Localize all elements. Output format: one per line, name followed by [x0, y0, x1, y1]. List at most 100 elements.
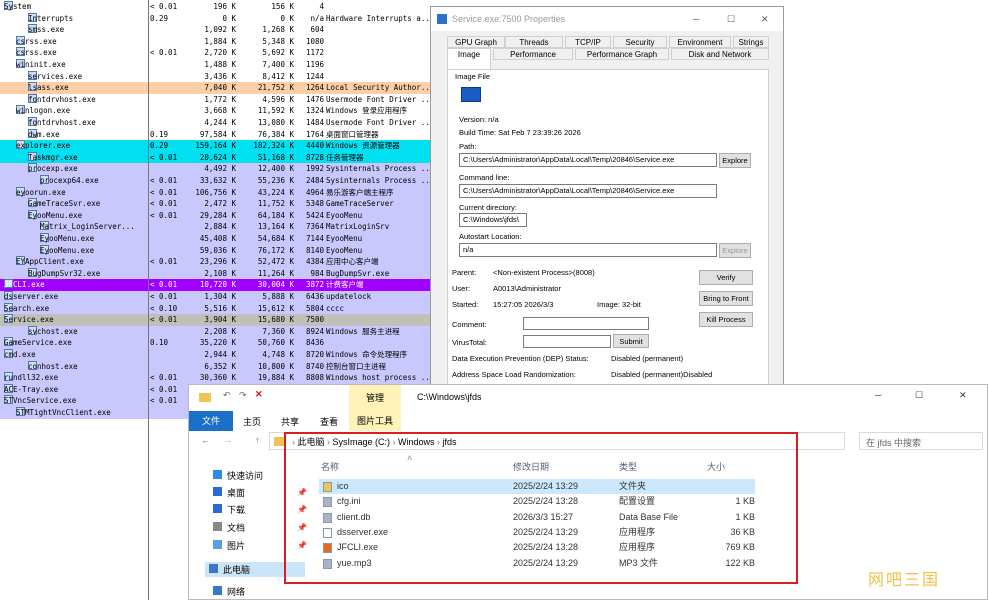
up-icon[interactable]: ↑: [255, 435, 260, 445]
forward-icon[interactable]: →: [223, 435, 232, 445]
tab-image[interactable]: Image: [447, 48, 491, 69]
process-row[interactable]: csrss.exe 1,884 K 5,348 K 1080: [0, 35, 435, 48]
process-row[interactable]: EyooMenu.exe 59,036 K 76,172 K 8140 EyooMenu: [0, 244, 435, 257]
process-row[interactable]: explorer.exe 0.29 159,164 K 182,324 K 4440 Wi…: [0, 140, 435, 152]
tab-file[interactable]: 文件: [189, 411, 233, 431]
private-bytes: 196 K: [213, 2, 236, 11]
tab-environment[interactable]: Environment: [669, 36, 731, 48]
dep-value: Disabled (permanent): [611, 354, 684, 363]
nav-item[interactable]: 图片: [213, 539, 245, 552]
process-row[interactable]: GameTraceSvr.exe < 0.01 2,472 K 11,752 K 534…: [0, 198, 435, 210]
tab-tcp-ip[interactable]: TCP/IP: [565, 36, 611, 48]
process-row[interactable]: dsserver.exe < 0.01 1,304 K 5,888 K 6436 upda…: [0, 291, 435, 303]
process-row[interactable]: Matrix_LoginServer... 2,884 K 13,164 K 7364…: [0, 221, 435, 233]
back-icon[interactable]: ←: [201, 435, 210, 445]
working-set: 21,752 K: [257, 83, 294, 93]
process-row[interactable]: winlogon.exe 3,668 K 11,592 K 1324 Windows 登…: [0, 105, 435, 117]
verify-button[interactable]: Verify: [699, 270, 753, 285]
cpu-value: < 0.01: [150, 210, 178, 220]
process-row[interactable]: eyoorun.exe < 0.01 106,756 K 43,224 K 4964 易乐…: [0, 186, 435, 199]
process-row[interactable]: dwm.exe 0.19 97,584 K 76,384 K 1764 桌面窗口管理器: [0, 128, 435, 141]
process-row[interactable]: fontdrvhost.exe 1,772 K 4,596 K 1476 Usermod…: [0, 93, 435, 106]
tab-disk-and-network[interactable]: Disk and Network: [671, 48, 769, 60]
comment-field[interactable]: [523, 317, 649, 330]
process-row[interactable]: rundll32.exe < 0.01 30,360 K 19,884 K 8808 Wi…: [0, 372, 435, 384]
column-divider: [148, 0, 149, 600]
process-row[interactable]: conhost.exe 6,352 K 10,800 K 8740 控制台窗口主进程: [0, 360, 435, 373]
description: 任务管理器: [326, 152, 364, 162]
process-row[interactable]: lsass.exe 7,040 K 21,752 K 1264 Local Securi…: [0, 82, 435, 94]
maximize-icon[interactable]: ☐: [915, 390, 923, 401]
bring-to-front-button[interactable]: Bring to Front: [699, 291, 753, 306]
tab-picture-tools[interactable]: 图片工具: [349, 411, 401, 431]
close-icon[interactable]: ✕: [959, 390, 967, 401]
nav-item[interactable]: 网络: [213, 585, 245, 598]
virustotal-field[interactable]: [523, 335, 611, 348]
process-row[interactable]: procexp.exe 4,492 K 12,400 K 1992 Sysinterna…: [0, 163, 435, 175]
search-input[interactable]: 在 jfds 中搜索: [859, 432, 983, 450]
nav-item[interactable]: 文档: [213, 521, 245, 534]
nav-item[interactable]: 桌面: [213, 486, 245, 499]
desktop-icon: [213, 487, 222, 496]
process-row[interactable]: smss.exe 1,092 K 1,268 K 604: [0, 24, 435, 36]
private-bytes: 3,904 K: [204, 315, 236, 325]
red-highlight-box: [284, 432, 798, 584]
tab-performance-graph[interactable]: Performance Graph: [575, 48, 669, 60]
explore-button[interactable]: Explore: [719, 153, 751, 168]
working-set: 4,748 K: [262, 350, 294, 359]
process-row[interactable]: EyooMenu.exe < 0.01 29,284 K 64,184 K 5424 Ey…: [0, 209, 435, 222]
manage-tab[interactable]: 管理: [349, 385, 401, 411]
process-row[interactable]: Interrupts 0.29 0 K0 Kn/a Hardware Interrup…: [0, 12, 435, 25]
path-field[interactable]: C:\Users\Administrator\AppData\Local\Tem…: [459, 153, 717, 167]
tab-security[interactable]: Security: [613, 36, 667, 48]
close-icon[interactable]: ✕: [761, 7, 769, 31]
private-bytes: 33,632 K: [199, 176, 236, 185]
process-row[interactable]: cmd.exe 2,944 K 4,748 K 8720 Windows 命令处理程序: [0, 349, 435, 361]
documents-icon: [213, 522, 222, 531]
maximize-icon[interactable]: ☐: [727, 7, 735, 31]
cwd-field[interactable]: C:\Windows\jfds\: [459, 213, 527, 227]
undo-icon[interactable]: ↶: [223, 390, 231, 401]
process-row[interactable]: BugDumpSvr32.exe 2,108 K 11,264 K 984 BugDum…: [0, 267, 435, 280]
cmd-label: Command line:: [459, 173, 510, 182]
nav-item[interactable]: 快速访问: [213, 469, 263, 482]
comment-label: Comment:: [452, 320, 487, 329]
minimize-icon[interactable]: ─: [875, 390, 881, 400]
tab-share[interactable]: 共享: [281, 415, 299, 428]
process-row[interactable]: svchost.exe 2,208 K 7,360 K 8924 Windows 服务主…: [0, 325, 435, 338]
submit-button[interactable]: Submit: [613, 334, 649, 348]
process-row[interactable]: EYAppClient.exe < 0.01 23,296 K 52,472 K 438…: [0, 256, 435, 268]
process-row[interactable]: fontdrvhost.exe 4,244 K 13,080 K 1484 Usermo…: [0, 117, 435, 129]
delete-icon[interactable]: ✕: [255, 389, 263, 400]
process-row[interactable]: EyooMenu.exe 45,408 K 54,684 K 7144 EyooMenu: [0, 233, 435, 245]
process-row[interactable]: JFCLI.exe < 0.01 10,720 K 30,004 K 3872 计费客户端: [0, 279, 435, 291]
minimize-icon[interactable]: ─: [693, 7, 699, 31]
process-row[interactable]: wininit.exe 1,488 K 7,400 K 1196: [0, 59, 435, 71]
cpu-value: < 0.01: [150, 292, 178, 301]
nav-item[interactable]: 下载: [213, 503, 245, 516]
redo-icon[interactable]: ↷: [239, 390, 247, 401]
process-row[interactable]: Service.exe < 0.01 3,904 K 15,680 K 7500: [0, 314, 435, 326]
cmd-field[interactable]: C:\Users\Administrator\AppData\Local\Tem…: [459, 184, 717, 198]
process-row[interactable]: GameService.exe 0.10 35,220 K 50,760 K 8436: [0, 337, 435, 349]
process-row[interactable]: procexp64.exe < 0.01 33,632 K 55,236 K 2484 S…: [0, 175, 435, 187]
process-row[interactable]: csrss.exe < 0.01 2,720 K 5,692 K 1172: [0, 47, 435, 59]
explore-disabled-button[interactable]: Explore: [719, 243, 751, 258]
autostart-field[interactable]: n/a: [459, 243, 717, 257]
description: updatelock: [326, 292, 372, 301]
pid-value: 4384: [305, 257, 324, 267]
process-row[interactable]: Search.exe < 0.10 5,516 K 15,612 K 5804 cccc: [0, 302, 435, 315]
tab-view[interactable]: 查看: [320, 415, 338, 428]
kill-process-button[interactable]: Kill Process: [699, 312, 753, 327]
tab-threads[interactable]: Threads: [505, 36, 563, 48]
tab-strings[interactable]: Strings: [733, 36, 769, 48]
description: Local Security Author...: [326, 83, 435, 93]
tab-performance[interactable]: Performance: [493, 48, 573, 60]
parent-value: <Non-existent Process>(8008): [493, 268, 595, 277]
process-row[interactable]: System < 0.01 196 K 156 K4: [0, 1, 435, 13]
private-bytes: 159,164 K: [195, 141, 236, 151]
process-row[interactable]: Taskmgr.exe < 0.01 20,624 K 51,168 K 8728 任务管…: [0, 151, 435, 164]
tab-gpu-graph[interactable]: GPU Graph: [447, 36, 505, 48]
tab-home[interactable]: 主页: [243, 415, 261, 428]
process-row[interactable]: services.exe 3,436 K 8,412 K 1244: [0, 70, 435, 83]
